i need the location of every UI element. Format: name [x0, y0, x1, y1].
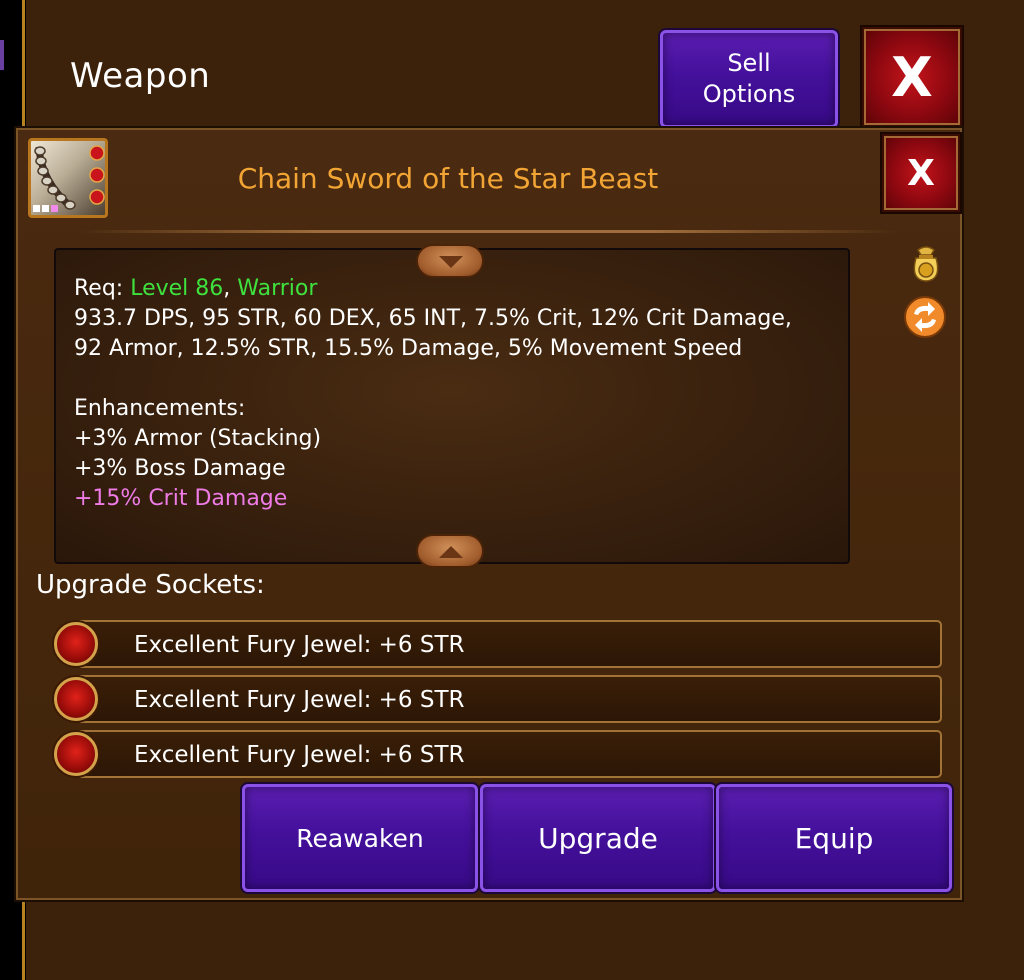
- gold-bag-icon[interactable]: [904, 240, 948, 284]
- edge-marker: [0, 40, 4, 70]
- close-popup-button[interactable]: X: [882, 134, 960, 212]
- socket-row[interactable]: Excellent Fury Jewel: +6 STR: [76, 730, 942, 778]
- sell-options-label-line2: Options: [702, 80, 796, 108]
- red-jewel-icon: [54, 677, 98, 721]
- reawaken-button[interactable]: Reawaken: [242, 784, 478, 892]
- enhancement-boss-damage: +3% Boss Damage: [74, 456, 286, 481]
- item-detail-popup: Chain Sword of the Star Beast X Req: Lev…: [16, 128, 962, 900]
- socket-label: Excellent Fury Jewel: +6 STR: [134, 632, 465, 658]
- socket-row[interactable]: Excellent Fury Jewel: +6 STR: [76, 620, 942, 668]
- sell-options-label-line1: Sell: [727, 49, 771, 77]
- stats-line-1: 933.7 DPS, 95 STR, 60 DEX, 65 INT, 7.5% …: [74, 306, 792, 331]
- upgrade-button[interactable]: Upgrade: [480, 784, 716, 892]
- requirements-line: Req: Level 86, Warrior: [74, 274, 830, 304]
- sell-options-button[interactable]: Sell Options: [660, 30, 838, 128]
- scroll-up-arrow-bottom[interactable]: [416, 534, 484, 568]
- req-prefix: Req:: [74, 276, 131, 301]
- enhancement-armor: +3% Armor (Stacking): [74, 426, 322, 451]
- item-name: Chain Sword of the Star Beast: [237, 162, 659, 195]
- enhancements-heading: Enhancements:: [74, 396, 246, 421]
- enhancement-crit-damage: +15% Crit Damage: [74, 486, 288, 511]
- item-description-panel[interactable]: Req: Level 86, Warrior 933.7 DPS, 95 STR…: [54, 248, 850, 564]
- socket-row[interactable]: Excellent Fury Jewel: +6 STR: [76, 675, 942, 723]
- chevron-up-icon: [439, 546, 463, 558]
- scroll-down-arrow-top[interactable]: [416, 244, 484, 278]
- equip-button[interactable]: Equip: [716, 784, 952, 892]
- socket-label: Excellent Fury Jewel: +6 STR: [134, 742, 465, 768]
- req-separator: ,: [223, 276, 238, 301]
- req-level: Level 86: [130, 276, 224, 301]
- swap-icon[interactable]: [902, 294, 946, 338]
- close-window-button[interactable]: X: [862, 27, 962, 127]
- chevron-down-icon: [439, 256, 463, 268]
- title-divider: [78, 230, 898, 233]
- stats-line-2: 92 Armor, 12.5% STR, 15.5% Damage, 5% Mo…: [74, 336, 743, 361]
- socket-label: Excellent Fury Jewel: +6 STR: [134, 687, 465, 713]
- page-title: Weapon: [70, 56, 211, 96]
- red-jewel-icon: [54, 622, 98, 666]
- upgrade-sockets-heading: Upgrade Sockets:: [36, 570, 265, 600]
- red-jewel-icon: [54, 732, 98, 776]
- req-class: Warrior: [237, 276, 318, 301]
